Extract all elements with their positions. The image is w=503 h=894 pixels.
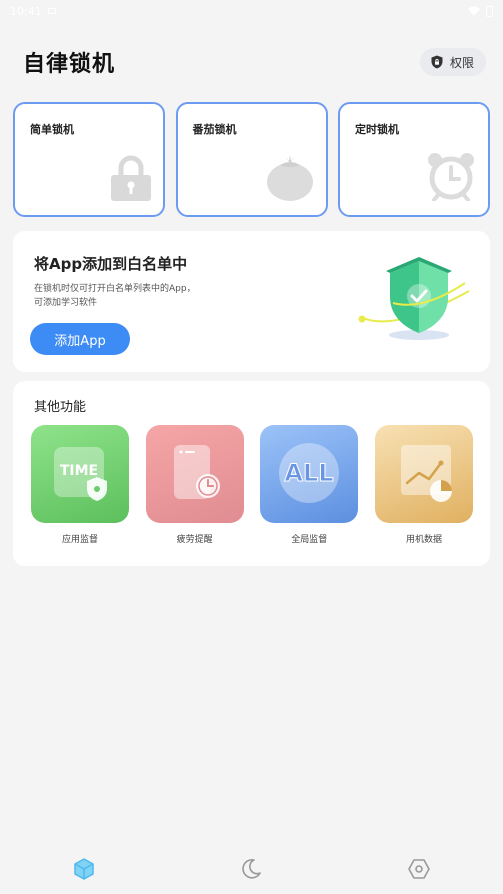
notification-icon xyxy=(47,8,56,14)
status-time: 10:41 xyxy=(10,4,42,18)
tab-night[interactable] xyxy=(221,849,281,889)
shield-lock-icon xyxy=(431,55,443,69)
lock-card-label: 定时锁机 xyxy=(355,123,399,136)
global-monitor-icon: ALL xyxy=(279,443,340,503)
wifi-icon xyxy=(468,6,480,16)
usage-data-item[interactable]: 用机数据 xyxy=(374,425,473,545)
usage-data-tile xyxy=(374,425,473,523)
usage-data-icon xyxy=(400,445,452,502)
padlock-icon xyxy=(111,155,151,201)
status-bar: 10:41 xyxy=(0,0,503,22)
feature-label: 疲劳提醒 xyxy=(176,535,213,545)
fatigue-reminder-item[interactable]: 疲劳提醒 xyxy=(145,425,244,545)
app-monitor-tile: TIME xyxy=(31,425,129,523)
other-features-title: 其他功能 xyxy=(34,400,87,415)
tile-text: ALL xyxy=(285,459,334,487)
lock-card-label: 简单锁机 xyxy=(30,123,74,136)
cube-icon xyxy=(74,858,94,880)
shield-check-illustration xyxy=(358,257,470,340)
page-title: 自律锁机 xyxy=(23,52,116,77)
header: 自律锁机 权限 xyxy=(0,40,503,84)
alarm-clock-icon xyxy=(428,153,474,201)
bottom-tab-bar xyxy=(0,844,503,894)
feature-label: 用机数据 xyxy=(405,535,442,545)
fatigue-reminder-tile xyxy=(145,425,244,523)
moon-icon xyxy=(242,859,262,879)
other-features-card: 其他功能 TIME 应用监督 疲劳提醒 ALL 全局监督 用机数据 xyxy=(13,381,490,566)
whitelist-description: 在锁机时仅可打开白名单列表中的App，可添加学习软件 xyxy=(34,284,196,308)
timed-lock-card[interactable]: 定时锁机 xyxy=(338,102,490,217)
add-app-button[interactable]: 添加App xyxy=(30,323,130,355)
app-monitor-item[interactable]: TIME 应用监督 xyxy=(31,425,129,545)
whitelist-title: 将App添加到白名单中 xyxy=(34,255,188,273)
global-monitor-tile: ALL xyxy=(260,425,359,523)
lock-card-label: 番茄锁机 xyxy=(192,123,237,136)
permission-label: 权限 xyxy=(449,55,474,70)
tile-text: TIME xyxy=(60,463,98,479)
tomato-icon xyxy=(266,155,313,201)
feature-label: 应用监督 xyxy=(61,535,98,545)
feature-grid: TIME 应用监督 疲劳提醒 ALL 全局监督 用机数据 xyxy=(31,425,473,545)
whitelist-card: 将App添加到白名单中 在锁机时仅可打开白名单列表中的App，可添加学习软件 添… xyxy=(13,231,490,372)
lock-mode-row: 简单锁机 番茄锁机 定时锁机 xyxy=(13,102,490,217)
tab-home[interactable] xyxy=(54,849,114,889)
permission-button[interactable]: 权限 xyxy=(419,48,486,76)
tomato-lock-card[interactable]: 番茄锁机 xyxy=(175,102,328,217)
battery-icon xyxy=(486,5,493,17)
global-monitor-item[interactable]: ALL 全局监督 xyxy=(260,425,359,545)
simple-lock-card[interactable]: 简单锁机 xyxy=(13,102,165,217)
fatigue-reminder-icon xyxy=(173,445,220,499)
tab-settings[interactable] xyxy=(389,849,449,889)
feature-label: 全局监督 xyxy=(291,535,328,545)
hexagon-settings-icon xyxy=(408,859,430,879)
app-monitor-icon: TIME xyxy=(54,447,107,501)
